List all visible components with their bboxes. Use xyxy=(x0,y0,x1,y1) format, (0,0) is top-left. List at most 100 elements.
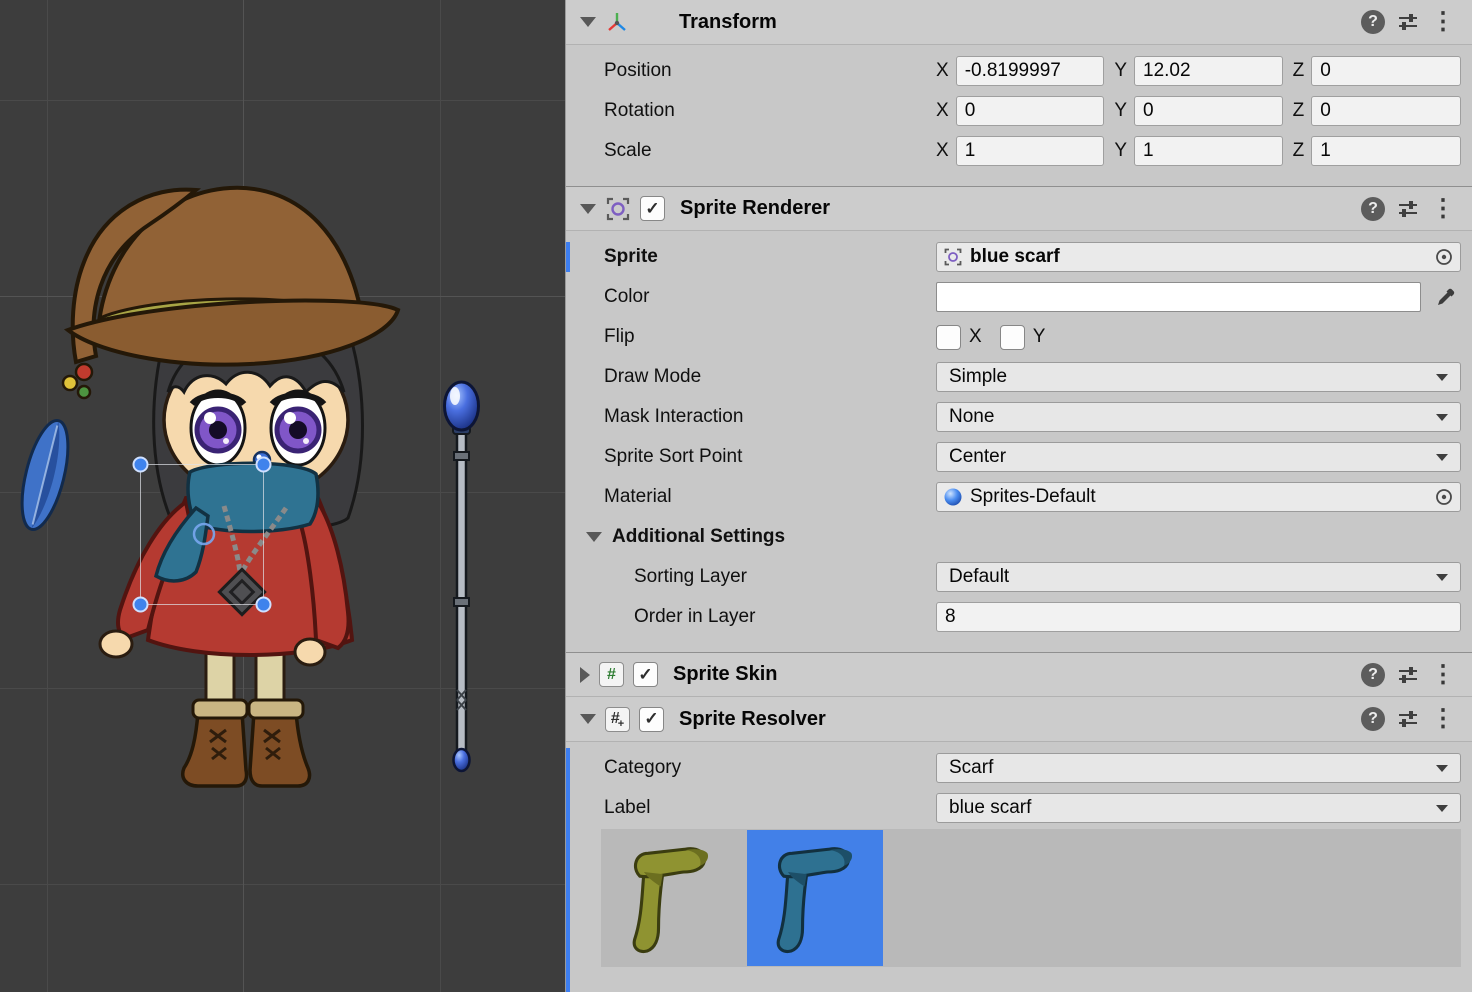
green-scarf-sprite xyxy=(619,840,723,956)
enable-checkbox[interactable]: ✓ xyxy=(640,196,665,221)
chevron-down-icon xyxy=(1436,805,1448,812)
object-picker-button[interactable] xyxy=(1428,483,1460,511)
rotation-x-field[interactable]: 0 xyxy=(956,96,1105,126)
axis-x-label: X xyxy=(936,100,949,122)
sprite-thumbnail-green-scarf[interactable] xyxy=(603,830,739,966)
sprite-renderer-header[interactable]: ✓ Sprite Renderer ? ⋮ xyxy=(566,186,1472,231)
position-x-field[interactable]: -0.8199997 xyxy=(956,56,1105,86)
help-icon: ? xyxy=(1361,707,1385,731)
enable-checkbox[interactable]: ✓ xyxy=(639,707,664,732)
foldout-triangle[interactable] xyxy=(580,204,596,214)
hash-icon: # xyxy=(607,666,616,684)
presets-icon xyxy=(1396,663,1420,687)
sprite-thumbnail-blue-scarf[interactable] xyxy=(747,830,883,966)
blue-scarf-sprite xyxy=(763,840,867,956)
color-swatch[interactable] xyxy=(936,282,1421,312)
selection-handle[interactable] xyxy=(257,458,271,472)
more-menu-button[interactable]: ⋮ xyxy=(1430,9,1456,35)
category-label: Category xyxy=(604,757,936,779)
header-spacer xyxy=(638,9,664,35)
more-menu-button[interactable]: ⋮ xyxy=(1430,706,1456,732)
eyedropper-icon xyxy=(1435,286,1457,308)
help-icon: ? xyxy=(1361,10,1385,34)
component-title: Sprite Skin xyxy=(673,663,777,686)
help-button[interactable]: ? xyxy=(1360,662,1386,688)
object-picker-button[interactable] xyxy=(1428,243,1460,271)
draw-mode-dropdown[interactable]: Simple xyxy=(936,362,1461,392)
presets-button[interactable] xyxy=(1395,706,1421,732)
material-object-value: Sprites-Default xyxy=(970,486,1096,508)
flip-label: Flip xyxy=(604,326,936,348)
scale-z-field[interactable]: 1 xyxy=(1311,136,1461,166)
position-y-field[interactable]: 12.02 xyxy=(1134,56,1283,86)
kebab-icon: ⋮ xyxy=(1431,663,1455,687)
presets-icon xyxy=(1396,10,1420,34)
draw-mode-value: Simple xyxy=(949,366,1007,388)
axis-z-label: Z xyxy=(1293,100,1305,122)
rotation-z-field[interactable]: 0 xyxy=(1311,96,1461,126)
rotation-y-field[interactable]: 0 xyxy=(1134,96,1283,126)
material-label: Material xyxy=(604,486,936,508)
category-dropdown[interactable]: Scarf xyxy=(936,753,1461,783)
help-button[interactable]: ? xyxy=(1360,9,1386,35)
prefab-override-bar xyxy=(566,748,570,992)
material-row: Material xyxy=(566,482,1461,512)
sprite-asset-icon xyxy=(943,247,963,267)
more-menu-button[interactable]: ⋮ xyxy=(1430,196,1456,222)
help-button[interactable]: ? xyxy=(1360,706,1386,732)
sprite-row: Sprite blue scarf xyxy=(566,242,1461,272)
presets-button[interactable] xyxy=(1395,662,1421,688)
sprite-skin-script-icon: # xyxy=(599,662,624,687)
more-menu-button[interactable]: ⋮ xyxy=(1430,662,1456,688)
label-dropdown[interactable]: blue scarf xyxy=(936,793,1461,823)
component-title: Sprite Renderer xyxy=(680,197,830,220)
sprite-variant-strip xyxy=(601,829,1461,967)
mask-interaction-dropdown[interactable]: None xyxy=(936,402,1461,432)
sprite-resolver-header[interactable]: #+ ✓ Sprite Resolver ? ⋮ xyxy=(566,697,1472,742)
character-sprite[interactable] xyxy=(13,188,398,786)
additional-settings-row[interactable]: Additional Settings xyxy=(566,522,1461,552)
foldout-triangle[interactable] xyxy=(586,532,602,542)
presets-button[interactable] xyxy=(1395,196,1421,222)
sprite-object-field[interactable]: blue scarf xyxy=(936,242,1461,272)
order-in-layer-field[interactable]: 8 xyxy=(936,602,1461,632)
rotation-row: Rotation X 0 Y 0 Z 0 xyxy=(566,96,1461,126)
selection-handle[interactable] xyxy=(134,598,148,612)
flip-row: Flip X Y xyxy=(566,322,1461,352)
flip-y-checkbox[interactable] xyxy=(1000,325,1025,350)
scale-y-field[interactable]: 1 xyxy=(1134,136,1283,166)
scale-x-field[interactable]: 1 xyxy=(956,136,1105,166)
category-value: Scarf xyxy=(949,757,993,779)
sprite-skin-header[interactable]: # ✓ Sprite Skin ? ⋮ xyxy=(566,652,1472,697)
sprite-sort-point-dropdown[interactable]: Center xyxy=(936,442,1461,472)
sprite-resolver-script-icon: #+ xyxy=(605,707,630,732)
foldout-triangle[interactable] xyxy=(580,17,596,27)
additional-settings-label: Additional Settings xyxy=(612,526,944,548)
presets-icon xyxy=(1396,707,1420,731)
presets-button[interactable] xyxy=(1395,9,1421,35)
eyedropper-button[interactable] xyxy=(1431,286,1461,308)
inspector-panel: Transform ? ⋮ Position X -0.8199997 Y xyxy=(565,0,1472,992)
foldout-triangle[interactable] xyxy=(580,667,590,683)
sorting-layer-dropdown[interactable]: Default xyxy=(936,562,1461,592)
help-button[interactable]: ? xyxy=(1360,196,1386,222)
rotation-label: Rotation xyxy=(604,100,936,122)
mask-interaction-label: Mask Interaction xyxy=(604,406,936,428)
unity-editor: Transform ? ⋮ Position X -0.8199997 Y xyxy=(0,0,1472,992)
staff-sprite[interactable] xyxy=(445,382,479,771)
kebab-icon: ⋮ xyxy=(1431,197,1455,221)
position-z-field[interactable]: 0 xyxy=(1311,56,1461,86)
foldout-triangle[interactable] xyxy=(580,714,596,724)
selection-handle[interactable] xyxy=(257,598,271,612)
scale-row: Scale X 1 Y 1 Z 1 xyxy=(566,136,1461,166)
axis-x-label: X xyxy=(936,60,949,82)
enable-checkbox[interactable]: ✓ xyxy=(633,662,658,687)
selection-handle[interactable] xyxy=(134,458,148,472)
material-object-field[interactable]: Sprites-Default xyxy=(936,482,1461,512)
presets-icon xyxy=(1396,197,1420,221)
flip-x-checkbox[interactable] xyxy=(936,325,961,350)
sprite-label: Sprite xyxy=(604,246,936,268)
chevron-down-icon xyxy=(1436,454,1448,461)
transform-header[interactable]: Transform ? ⋮ xyxy=(566,0,1472,45)
scene-view[interactable] xyxy=(0,0,565,992)
